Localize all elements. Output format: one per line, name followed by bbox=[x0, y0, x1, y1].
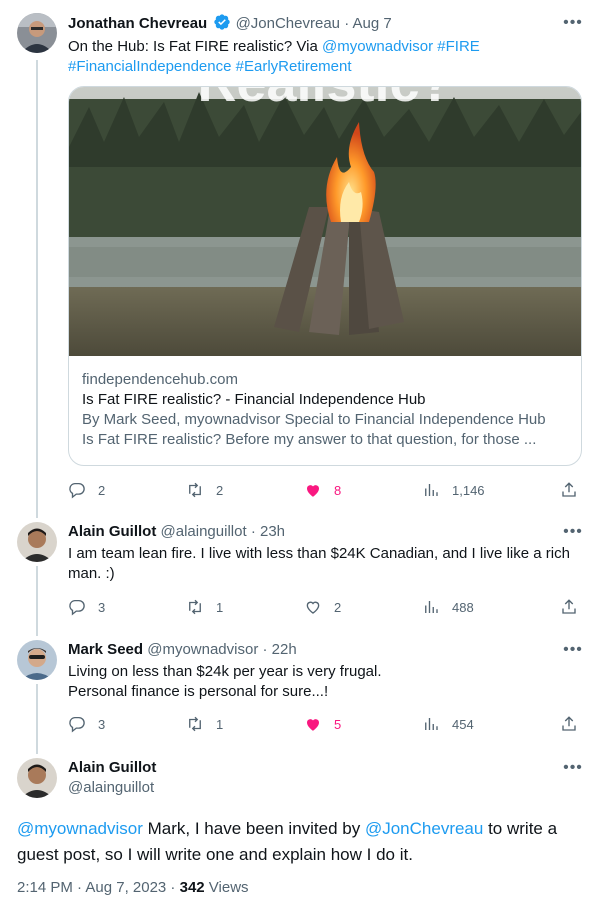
mention-link[interactable]: @JonChevreau bbox=[365, 819, 483, 838]
retweet-icon bbox=[189, 599, 201, 615]
hashtag-link[interactable]: #FinancialIndependence bbox=[68, 58, 231, 75]
tweet-time[interactable]: · 22h bbox=[262, 641, 296, 658]
tweet-timestamp: 2:14 PM · Aug 7, 2023 · 342 Views bbox=[17, 878, 249, 898]
share-icon bbox=[562, 482, 576, 497]
tweet-text: Personal finance is personal for sure...… bbox=[68, 683, 329, 700]
author-handle[interactable]: @alainguillot bbox=[68, 778, 156, 798]
author-handle[interactable]: @JonChevreau bbox=[236, 15, 340, 32]
mention-link[interactable]: @myownadvisor bbox=[322, 38, 433, 55]
author-name[interactable]: Jonathan Chevreau bbox=[68, 15, 207, 32]
tweet-time[interactable]: · Aug 7 bbox=[344, 15, 392, 32]
tweet-time[interactable]: · 23h bbox=[251, 523, 285, 540]
share-button[interactable] bbox=[560, 597, 578, 617]
tweet[interactable]: Jonathan Chevreau @JonChevreau · Aug 7 •… bbox=[0, 0, 603, 518]
share-icon bbox=[562, 599, 576, 614]
views-button[interactable]: 488 bbox=[422, 597, 474, 617]
tweet-text: man. :) bbox=[68, 565, 115, 582]
tweet-actions: 3 1 5 454 bbox=[68, 714, 580, 734]
reply-button[interactable]: 2 bbox=[68, 480, 105, 500]
views-button[interactable]: 454 bbox=[422, 714, 474, 734]
tweet-text: guest post, so I will write one and expl… bbox=[17, 845, 413, 864]
card-description: By Mark Seed, myownadvisor Special to Fi… bbox=[82, 411, 546, 428]
like-count: 8 bbox=[334, 482, 342, 498]
retweet-count: 2 bbox=[216, 482, 224, 498]
like-icon bbox=[307, 485, 319, 497]
views-count: 1,146 bbox=[452, 482, 485, 498]
views-count: 488 bbox=[452, 599, 474, 615]
author-handle[interactable]: @alainguillot bbox=[161, 523, 247, 540]
like-button[interactable]: 5 bbox=[304, 714, 341, 734]
link-card[interactable]: Realistic? findependencehub.com Is Fat F… bbox=[68, 86, 582, 466]
like-count: 5 bbox=[334, 716, 342, 732]
avatar[interactable] bbox=[17, 13, 57, 53]
hashtag-link[interactable]: #EarlyRetirement bbox=[236, 58, 352, 75]
tweet-actions: 2 2 8 1,146 bbox=[68, 480, 580, 500]
tweet-text: I am team lean fire. I live with less th… bbox=[68, 545, 570, 562]
card-image-text: Realistic? bbox=[197, 87, 452, 113]
reply-count: 3 bbox=[98, 716, 106, 732]
like-button[interactable]: 8 bbox=[304, 480, 341, 500]
reply-count: 2 bbox=[98, 482, 106, 498]
views-button[interactable]: 1,146 bbox=[422, 480, 485, 500]
author-name[interactable]: Mark Seed bbox=[68, 641, 143, 658]
like-icon bbox=[307, 719, 319, 731]
more-icon[interactable]: ••• bbox=[563, 760, 583, 782]
reply-count: 3 bbox=[98, 599, 106, 615]
reply-button[interactable]: 3 bbox=[68, 597, 105, 617]
reply-icon bbox=[69, 716, 85, 733]
views-count: 454 bbox=[452, 716, 474, 732]
card-image: Realistic? bbox=[69, 87, 581, 356]
share-button[interactable] bbox=[560, 714, 578, 734]
tweet-text: to write a bbox=[483, 819, 558, 838]
more-icon[interactable]: ••• bbox=[563, 524, 583, 546]
retweet-button[interactable]: 2 bbox=[186, 480, 223, 500]
share-icon bbox=[562, 716, 576, 731]
tweet-text: Living on less than $24k per year is ver… bbox=[68, 663, 382, 680]
avatar[interactable] bbox=[17, 640, 57, 680]
like-button[interactable]: 2 bbox=[304, 597, 341, 617]
avatar[interactable] bbox=[17, 522, 57, 562]
views-icon bbox=[425, 601, 438, 613]
author-name[interactable]: Alain Guillot bbox=[68, 758, 156, 778]
views-icon bbox=[425, 484, 438, 496]
reply-icon bbox=[69, 482, 85, 499]
tweet-actions: 3 1 2 488 bbox=[68, 597, 580, 617]
author-name[interactable]: Alain Guillot bbox=[68, 523, 156, 540]
avatar[interactable] bbox=[17, 758, 57, 798]
card-domain: findependencehub.com bbox=[82, 371, 238, 388]
tweet-text: Mark, I have been invited by bbox=[142, 819, 365, 838]
like-icon bbox=[306, 601, 320, 614]
retweet-count: 1 bbox=[216, 599, 224, 615]
retweet-icon bbox=[189, 482, 201, 498]
reply-button[interactable]: 3 bbox=[68, 714, 105, 734]
card-title: Is Fat FIRE realistic? - Financial Indep… bbox=[82, 391, 426, 408]
like-count: 2 bbox=[334, 599, 342, 615]
hashtag-link[interactable]: #FIRE bbox=[437, 38, 480, 55]
share-button[interactable] bbox=[560, 480, 578, 500]
more-icon[interactable]: ••• bbox=[563, 15, 583, 37]
views-label: Views bbox=[204, 879, 249, 896]
tweet[interactable]: Mark Seed @myownadvisor · 22h ••• Living… bbox=[0, 636, 603, 754]
mention-link[interactable]: @myownadvisor bbox=[17, 819, 143, 838]
focused-tweet[interactable]: Alain Guillot @alainguillot ••• @myownad… bbox=[0, 754, 603, 917]
retweet-button[interactable]: 1 bbox=[186, 714, 223, 734]
verified-badge-icon bbox=[213, 13, 231, 31]
tweet[interactable]: Alain Guillot @alainguillot · 23h ••• I … bbox=[0, 518, 603, 638]
views-icon bbox=[425, 718, 438, 730]
more-icon[interactable]: ••• bbox=[563, 642, 583, 664]
retweet-icon bbox=[189, 716, 201, 732]
author-handle[interactable]: @myownadvisor bbox=[147, 641, 258, 658]
views-number: 342 bbox=[179, 879, 205, 896]
retweet-count: 1 bbox=[216, 716, 224, 732]
retweet-button[interactable]: 1 bbox=[186, 597, 223, 617]
timestamp-text[interactable]: 2:14 PM · Aug 7, 2023 · bbox=[17, 879, 180, 896]
card-description: Is Fat FIRE realistic? Before my answer … bbox=[82, 431, 537, 448]
reply-icon bbox=[69, 599, 85, 616]
tweet-text: On the Hub: Is Fat FIRE realistic? Via bbox=[68, 38, 322, 55]
